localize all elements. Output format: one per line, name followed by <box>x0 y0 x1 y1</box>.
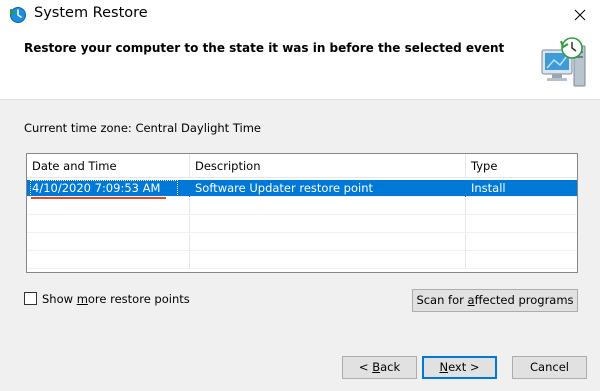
next-button[interactable]: Next > <box>422 356 497 379</box>
cell-date <box>27 216 190 233</box>
column-header-description[interactable]: Description <box>190 154 466 178</box>
list-header: Date and Time ⌄ Description Type <box>27 154 577 178</box>
column-header-date[interactable]: Date and Time ⌄ <box>27 154 190 178</box>
sort-arrow-icon: ⌄ <box>103 158 111 168</box>
header-instruction: Restore your computer to the state it wa… <box>24 41 505 55</box>
cell-description <box>190 216 466 233</box>
cell-type <box>466 234 577 251</box>
cancel-button[interactable]: Cancel <box>512 356 587 379</box>
close-icon <box>574 9 586 21</box>
restore-points-list[interactable]: Date and Time ⌄ Description Type 4/10/20… <box>26 153 578 273</box>
red-underline-annotation <box>31 197 166 199</box>
cell-date: 4/10/2020 7:09:53 AM <box>27 180 190 197</box>
table-row[interactable] <box>27 234 577 251</box>
cell-description <box>190 252 466 269</box>
time-zone-label: Current time zone: Central Daylight Time <box>24 121 261 135</box>
cell-date <box>27 198 190 215</box>
cell-type <box>466 198 577 215</box>
cell-type: Install <box>471 181 506 195</box>
cell-date <box>27 234 190 251</box>
system-restore-icon <box>10 7 26 23</box>
show-more-checkbox-label[interactable]: Show more restore points <box>42 292 190 306</box>
restore-computer-icon <box>541 37 586 87</box>
table-row[interactable] <box>27 216 577 233</box>
cell-description <box>190 234 466 251</box>
table-row[interactable] <box>27 198 577 215</box>
column-header-type-label: Type <box>471 159 498 173</box>
title-bar: System Restore <box>0 0 600 30</box>
column-header-type[interactable]: Type <box>466 154 577 178</box>
table-row[interactable]: 4/10/2020 7:09:53 AM Software Updater re… <box>27 180 577 197</box>
cell-description <box>190 198 466 215</box>
cell-description: Software Updater restore point <box>190 180 466 197</box>
scan-affected-programs-button[interactable]: Scan for affected programs <box>412 289 578 312</box>
back-button[interactable]: < Back <box>342 356 417 379</box>
close-button[interactable] <box>560 0 600 30</box>
header-panel: Restore your computer to the state it wa… <box>0 30 600 100</box>
cell-date <box>27 252 190 269</box>
table-row[interactable] <box>27 252 577 269</box>
show-more-checkbox[interactable] <box>24 292 37 305</box>
window-title: System Restore <box>34 5 148 21</box>
column-header-description-label: Description <box>195 159 261 173</box>
cell-type <box>466 216 577 233</box>
cell-type <box>466 252 577 269</box>
